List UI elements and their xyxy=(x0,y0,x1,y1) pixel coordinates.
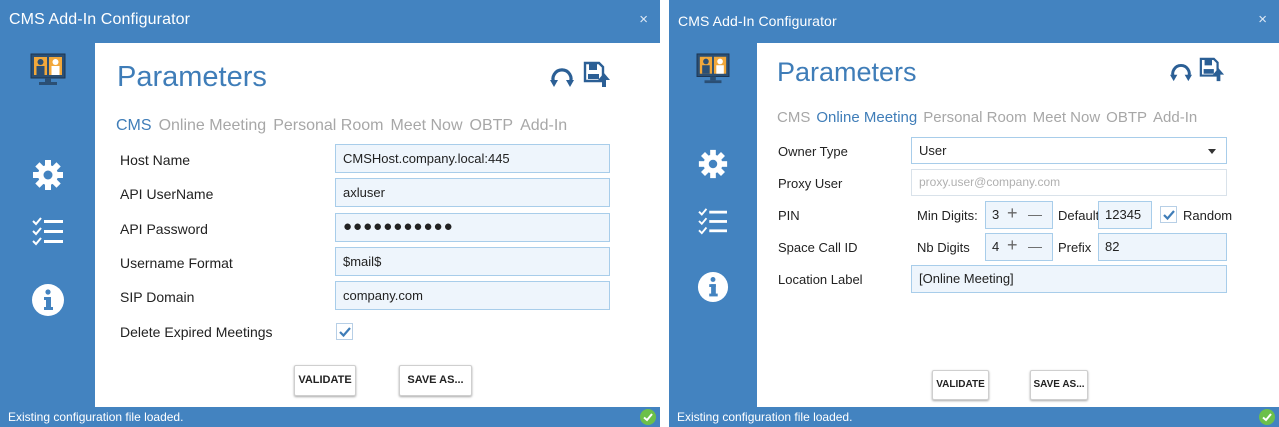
validate-button[interactable]: VALIDATE xyxy=(932,370,989,400)
tab-bar: CMS Online Meeting Personal Room Meet Now OB… xyxy=(777,109,1197,126)
tab-meet-now[interactable]: Meet Now xyxy=(1033,109,1101,126)
pin-default-input[interactable]: 12345 xyxy=(1098,201,1152,229)
tab-cms[interactable]: CMS xyxy=(777,109,810,126)
checklist-icon[interactable] xyxy=(0,216,95,246)
close-icon[interactable]: × xyxy=(639,11,648,28)
host-name-label: Host Name xyxy=(120,152,191,168)
location-label-input[interactable]: [Online Meeting] xyxy=(911,265,1227,293)
minus-icon[interactable]: — xyxy=(1028,238,1042,254)
tab-personal-room[interactable]: Personal Room xyxy=(923,109,1026,126)
tab-add-in[interactable]: Add-In xyxy=(520,117,567,135)
save-upload-icon[interactable] xyxy=(583,61,611,94)
proxy-user-input[interactable]: proxy.user@company.com xyxy=(911,169,1227,196)
proxy-user-label: Proxy User xyxy=(778,176,843,191)
chevron-down-icon xyxy=(1208,149,1216,154)
random-label: Random xyxy=(1183,208,1233,223)
sip-domain-label: SIP Domain xyxy=(120,289,195,305)
ok-status-icon xyxy=(640,409,656,425)
save-as-button[interactable]: SAVE AS... xyxy=(1030,370,1088,400)
window-title: CMS Add-In Configurator xyxy=(678,13,837,29)
tab-personal-room[interactable]: Personal Room xyxy=(273,117,383,135)
nb-digits-value: 4 xyxy=(992,239,1000,254)
sidebar xyxy=(669,43,757,407)
status-message: Existing configuration file loaded. xyxy=(677,410,853,424)
tab-online-meeting[interactable]: Online Meeting xyxy=(816,109,917,126)
delete-expired-label: Delete Expired Meetings xyxy=(120,324,273,340)
tab-bar: CMS Online Meeting Personal Room Meet Now OB… xyxy=(116,117,574,135)
min-digits-value: 3 xyxy=(992,207,1000,222)
owner-type-select[interactable]: User xyxy=(911,137,1227,164)
minus-icon[interactable]: — xyxy=(1028,206,1042,222)
title-bar: CMS Add-In Configurator × xyxy=(669,0,1279,43)
tab-online-meeting[interactable]: Online Meeting xyxy=(159,117,267,135)
api-username-label: API UserName xyxy=(120,186,214,202)
checklist-icon[interactable] xyxy=(669,207,757,235)
tab-obtp[interactable]: OBTP xyxy=(470,117,514,135)
title-bar: CMS Add-In Configurator × xyxy=(0,0,660,43)
ok-status-icon xyxy=(1259,409,1275,425)
delete-expired-checkbox[interactable] xyxy=(336,323,353,340)
content-area: Parameters CMS Online Meeting Personal Roo… xyxy=(757,43,1279,407)
tab-obtp[interactable]: OBTP xyxy=(1106,109,1147,126)
info-icon[interactable] xyxy=(0,283,95,317)
status-message: Existing configuration file loaded. xyxy=(8,410,184,424)
tab-cms[interactable]: CMS xyxy=(116,117,152,135)
info-icon[interactable] xyxy=(669,271,757,303)
page-title: Parameters xyxy=(117,61,267,93)
check-icon xyxy=(1163,210,1175,221)
default-label: Default xyxy=(1058,208,1100,223)
close-icon[interactable]: × xyxy=(1258,11,1267,28)
window-title: CMS Add-In Configurator xyxy=(9,11,191,28)
validate-button[interactable]: VALIDATE xyxy=(294,365,356,396)
min-digits-stepper[interactable]: 3 xyxy=(985,201,1053,229)
sidebar xyxy=(0,43,95,407)
monitor-users-icon xyxy=(669,53,757,85)
tab-meet-now[interactable]: Meet Now xyxy=(390,117,462,135)
api-password-label: API Password xyxy=(120,221,208,237)
sip-domain-input[interactable]: company.com xyxy=(335,281,610,310)
api-password-input[interactable]: ●●●●●●●●●●● xyxy=(335,213,610,242)
nb-digits-stepper[interactable]: 4 xyxy=(985,233,1053,261)
prefix-label: Prefix xyxy=(1058,240,1092,255)
page-title: Parameters xyxy=(777,57,917,87)
left-config-window: CMS Add-In Configurator × Parameters CMS… xyxy=(0,0,660,427)
owner-type-label: Owner Type xyxy=(778,144,848,159)
monitor-users-icon xyxy=(0,53,95,87)
location-label-label: Location Label xyxy=(778,272,863,287)
content-area: Parameters CMS Online Meeting Personal Roo… xyxy=(95,43,660,407)
username-format-input[interactable]: $mail$ xyxy=(335,247,610,276)
save-as-button[interactable]: SAVE AS... xyxy=(399,365,472,396)
plus-icon[interactable]: + xyxy=(1007,203,1018,224)
owner-type-value: User xyxy=(919,143,947,158)
space-call-id-label: Space Call ID xyxy=(778,240,858,255)
plus-icon[interactable]: + xyxy=(1007,235,1018,256)
host-name-input[interactable]: CMSHost.company.local:445 xyxy=(335,144,610,173)
save-upload-icon[interactable] xyxy=(1199,57,1225,88)
status-bar: Existing configuration file loaded. xyxy=(0,407,660,427)
right-config-window: CMS Add-In Configurator × Parameters CMS… xyxy=(669,0,1279,427)
tab-add-in[interactable]: Add-In xyxy=(1153,109,1197,126)
min-digits-label: Min Digits: xyxy=(917,208,978,223)
check-icon xyxy=(339,327,351,338)
prefix-input[interactable]: 82 xyxy=(1098,233,1227,261)
api-username-input[interactable]: axluser xyxy=(335,178,610,207)
gear-icon[interactable] xyxy=(0,158,95,192)
status-bar: Existing configuration file loaded. xyxy=(669,407,1279,427)
gear-icon[interactable] xyxy=(669,148,757,180)
refresh-icon[interactable] xyxy=(549,65,575,94)
random-checkbox[interactable] xyxy=(1160,206,1177,223)
nb-digits-label: Nb Digits xyxy=(917,240,970,255)
refresh-icon[interactable] xyxy=(1169,61,1193,88)
username-format-label: Username Format xyxy=(120,255,233,271)
pin-label: PIN xyxy=(778,208,800,223)
